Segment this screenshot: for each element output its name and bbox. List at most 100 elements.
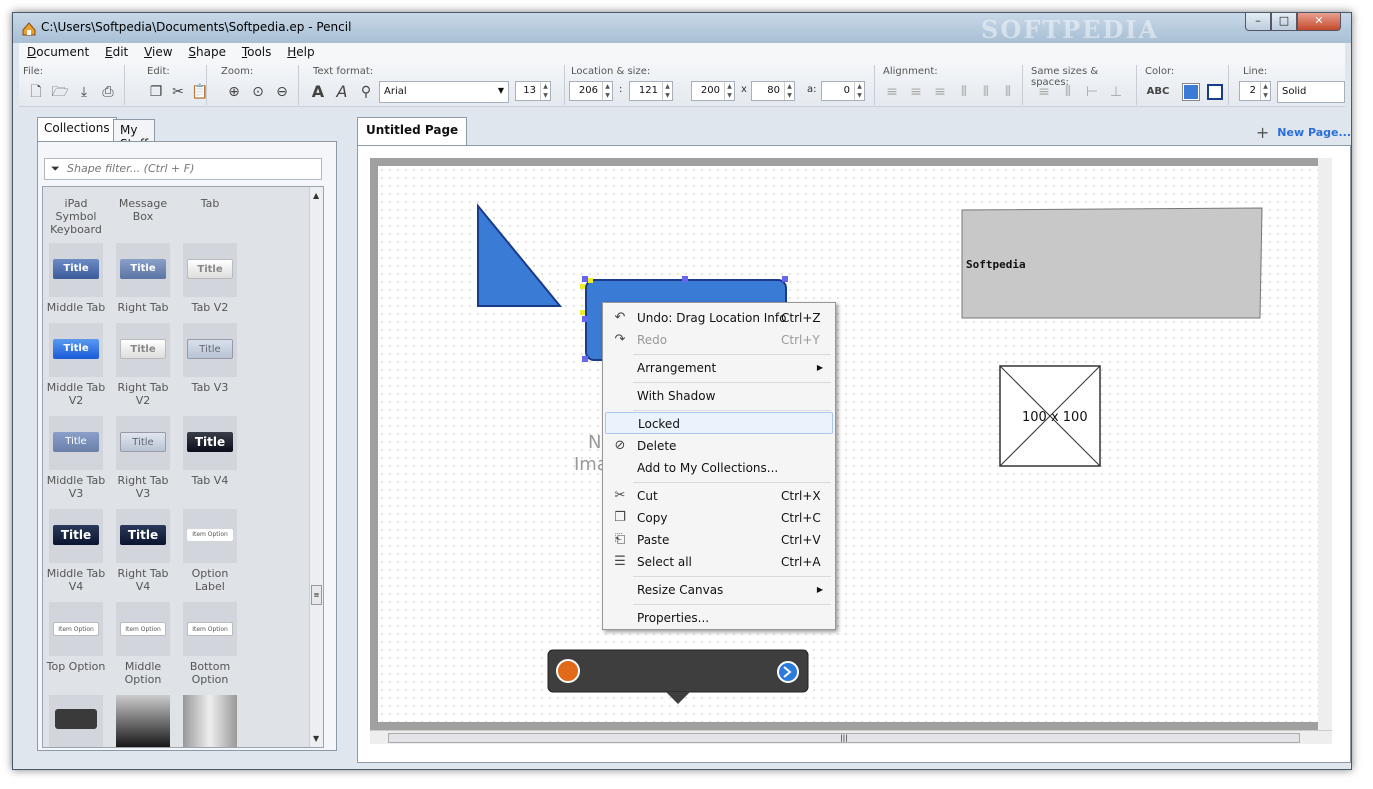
zoom-out-icon[interactable]: ⊖ <box>273 83 291 101</box>
spinner-icon[interactable]: ▲ ▼ <box>854 82 864 100</box>
align-bottom-icon[interactable]: ⫴ <box>999 83 1017 101</box>
align-center-icon[interactable]: ≡ <box>907 83 925 101</box>
menu-document[interactable]: Document <box>19 43 93 59</box>
shape-item[interactable]: Title Right Tab V3 <box>112 416 174 500</box>
text-italic-icon[interactable]: A <box>333 83 351 101</box>
selection-handle[interactable] <box>582 276 588 282</box>
align-left-icon[interactable]: ≡ <box>883 83 901 101</box>
minimize-button[interactable]: – <box>1245 13 1271 31</box>
spinner-icon[interactable]: ▲ ▼ <box>1260 82 1270 100</box>
shape-item[interactable]: Title Middle Tab <box>45 243 107 314</box>
align-top-icon[interactable]: ⫴ <box>955 83 973 101</box>
align-right-icon[interactable]: ≡ <box>931 83 949 101</box>
space-vertical-icon[interactable]: ⊥ <box>1107 83 1125 101</box>
copy-icon[interactable]: ❐ <box>147 83 165 101</box>
shape-item[interactable]: Item Option Bottom Option <box>179 602 241 686</box>
maximize-button[interactable]: □ <box>1271 13 1297 31</box>
triangle-shape[interactable] <box>477 203 563 307</box>
toolbar-widget-shape[interactable] <box>547 649 809 693</box>
shape-item[interactable]: iPad Symbol Keyboard <box>45 197 107 236</box>
text-color-icon[interactable]: ⚲ <box>357 83 375 101</box>
selection-handle[interactable] <box>582 316 588 322</box>
spinner-icon[interactable]: ▲ ▼ <box>662 82 672 100</box>
selection-handle[interactable] <box>682 276 688 282</box>
zoom-in-icon[interactable]: ⊕ <box>225 83 243 101</box>
shape-item[interactable]: Title Middle Tab V4 <box>45 509 107 593</box>
line-style-select[interactable]: Solid <box>1277 81 1345 103</box>
line-width-input[interactable]: 2 ▲ ▼ <box>1239 81 1271 101</box>
menu-item-delete[interactable]: ⊘ Delete <box>605 435 833 457</box>
shape-item[interactable]: Item Option Middle Option <box>112 602 174 686</box>
menu-edit[interactable]: Edit <box>97 43 132 59</box>
height-input[interactable]: 80 ▲ ▼ <box>751 81 795 101</box>
scroll-down-icon[interactable]: ▼ <box>313 734 319 743</box>
shape-item[interactable]: Message Box <box>112 197 174 223</box>
same-width-icon[interactable]: ≡ <box>1035 83 1053 101</box>
fill-color-swatch[interactable] <box>1182 83 1200 101</box>
canvas-horizontal-scrollbar[interactable]: ||| <box>370 730 1332 744</box>
shape-item[interactable]: Title Middle Tab V3 <box>45 416 107 500</box>
align-middle-icon[interactable]: ⫴ <box>977 83 995 101</box>
y-input[interactable]: 121 ▲ ▼ <box>629 81 673 101</box>
menu-item-select-all[interactable]: ☰ Select all Ctrl+A <box>605 551 833 573</box>
menu-item-redo[interactable]: ↷ Redo Ctrl+Y <box>605 329 833 351</box>
tab-untitled-page[interactable]: Untitled Page <box>357 117 468 145</box>
menu-item-locked[interactable]: Locked <box>605 412 833 434</box>
print-icon[interactable]: ⎙ <box>99 83 117 101</box>
stroke-color-swatch[interactable] <box>1207 84 1223 100</box>
shape-item[interactable]: Tab <box>179 197 241 210</box>
menu-tools[interactable]: Tools <box>234 43 276 59</box>
selection-handle[interactable] <box>582 356 588 362</box>
text-bold-icon[interactable]: A <box>309 83 327 101</box>
font-size-input[interactable]: 13 ▲ ▼ <box>515 81 551 101</box>
scroll-thumb[interactable]: ≡ <box>311 585 322 605</box>
menu-item-with-shadow[interactable]: With Shadow <box>605 385 833 407</box>
shape-item[interactable]: Title Tab V2 <box>179 243 241 314</box>
shape-item[interactable] <box>112 695 174 747</box>
menu-view[interactable]: View <box>136 43 176 59</box>
corner-handle[interactable] <box>588 278 593 283</box>
scroll-up-icon[interactable]: ▲ <box>313 191 319 200</box>
shape-item[interactable]: Title Right Tab <box>112 243 174 314</box>
shape-item[interactable] <box>45 695 107 747</box>
menu-item-cut[interactable]: ✂ Cut Ctrl+X <box>605 485 833 507</box>
menu-item-arrangement[interactable]: Arrangement ▶ <box>605 357 833 379</box>
width-input[interactable]: 200 ▲ ▼ <box>691 81 735 101</box>
tab-my-stuff[interactable]: My Stuff <box>113 119 156 151</box>
menu-shape[interactable]: Shape <box>180 43 230 59</box>
shape-item[interactable]: Title Right Tab V4 <box>112 509 174 593</box>
shape-filter-input[interactable]: ⏷ Shape filter... (Ctrl + F) <box>44 158 322 180</box>
shape-item[interactable]: Title Tab V4 <box>179 416 241 487</box>
shape-item[interactable]: Title Tab V3 <box>179 323 241 394</box>
text-color-button[interactable]: ABC <box>1145 83 1171 101</box>
menu-item-paste[interactable]: ⎗ Paste Ctrl+V <box>605 529 833 551</box>
spinner-icon[interactable]: ▲ ▼ <box>602 82 612 100</box>
selection-handle[interactable] <box>782 276 788 282</box>
shape-list-scrollbar[interactable]: ▲ ≡ ▼ <box>309 187 323 747</box>
new-document-icon[interactable]: 🗋 <box>27 83 45 101</box>
menu-item-copy[interactable]: ❐ Copy Ctrl+C <box>605 507 833 529</box>
shape-item[interactable]: Item Option Top Option <box>45 602 107 673</box>
angle-input[interactable]: 0 ▲ ▼ <box>821 81 865 101</box>
shape-item[interactable]: Item Option Option Label <box>179 509 241 593</box>
menu-item-add-to-collections[interactable]: Add to My Collections... <box>605 457 833 479</box>
drawing-canvas[interactable]: Softpedia 100 x 100 No Imag <box>378 166 1320 722</box>
scroll-thumb[interactable]: ||| <box>388 733 1300 743</box>
save-icon[interactable]: ⤓ <box>75 83 93 101</box>
corner-handle[interactable] <box>580 284 585 289</box>
spinner-icon[interactable]: ▲ ▼ <box>724 82 734 100</box>
shape-item[interactable]: Title Middle Tab V2 <box>45 323 107 407</box>
tab-collections[interactable]: Collections <box>37 117 117 141</box>
close-button[interactable]: ✕ <box>1297 13 1341 31</box>
font-select[interactable]: Arial ▼ <box>379 81 509 103</box>
same-height-icon[interactable]: ⫴ <box>1059 83 1077 101</box>
shape-item[interactable] <box>179 695 241 747</box>
cut-icon[interactable]: ✂ <box>169 83 187 101</box>
space-horizontal-icon[interactable]: ⊢ <box>1083 83 1101 101</box>
menu-item-resize-canvas[interactable]: Resize Canvas ▶ <box>605 579 833 601</box>
spinner-icon[interactable]: ▲ ▼ <box>784 82 794 100</box>
menu-item-properties[interactable]: Properties... <box>605 607 833 629</box>
menu-item-undo[interactable]: ↶ Undo: Drag Location Info Ctrl+Z <box>605 307 833 329</box>
new-page-button[interactable]: + New Page... <box>1256 123 1351 142</box>
canvas-vertical-scrollbar[interactable] <box>1318 158 1332 730</box>
